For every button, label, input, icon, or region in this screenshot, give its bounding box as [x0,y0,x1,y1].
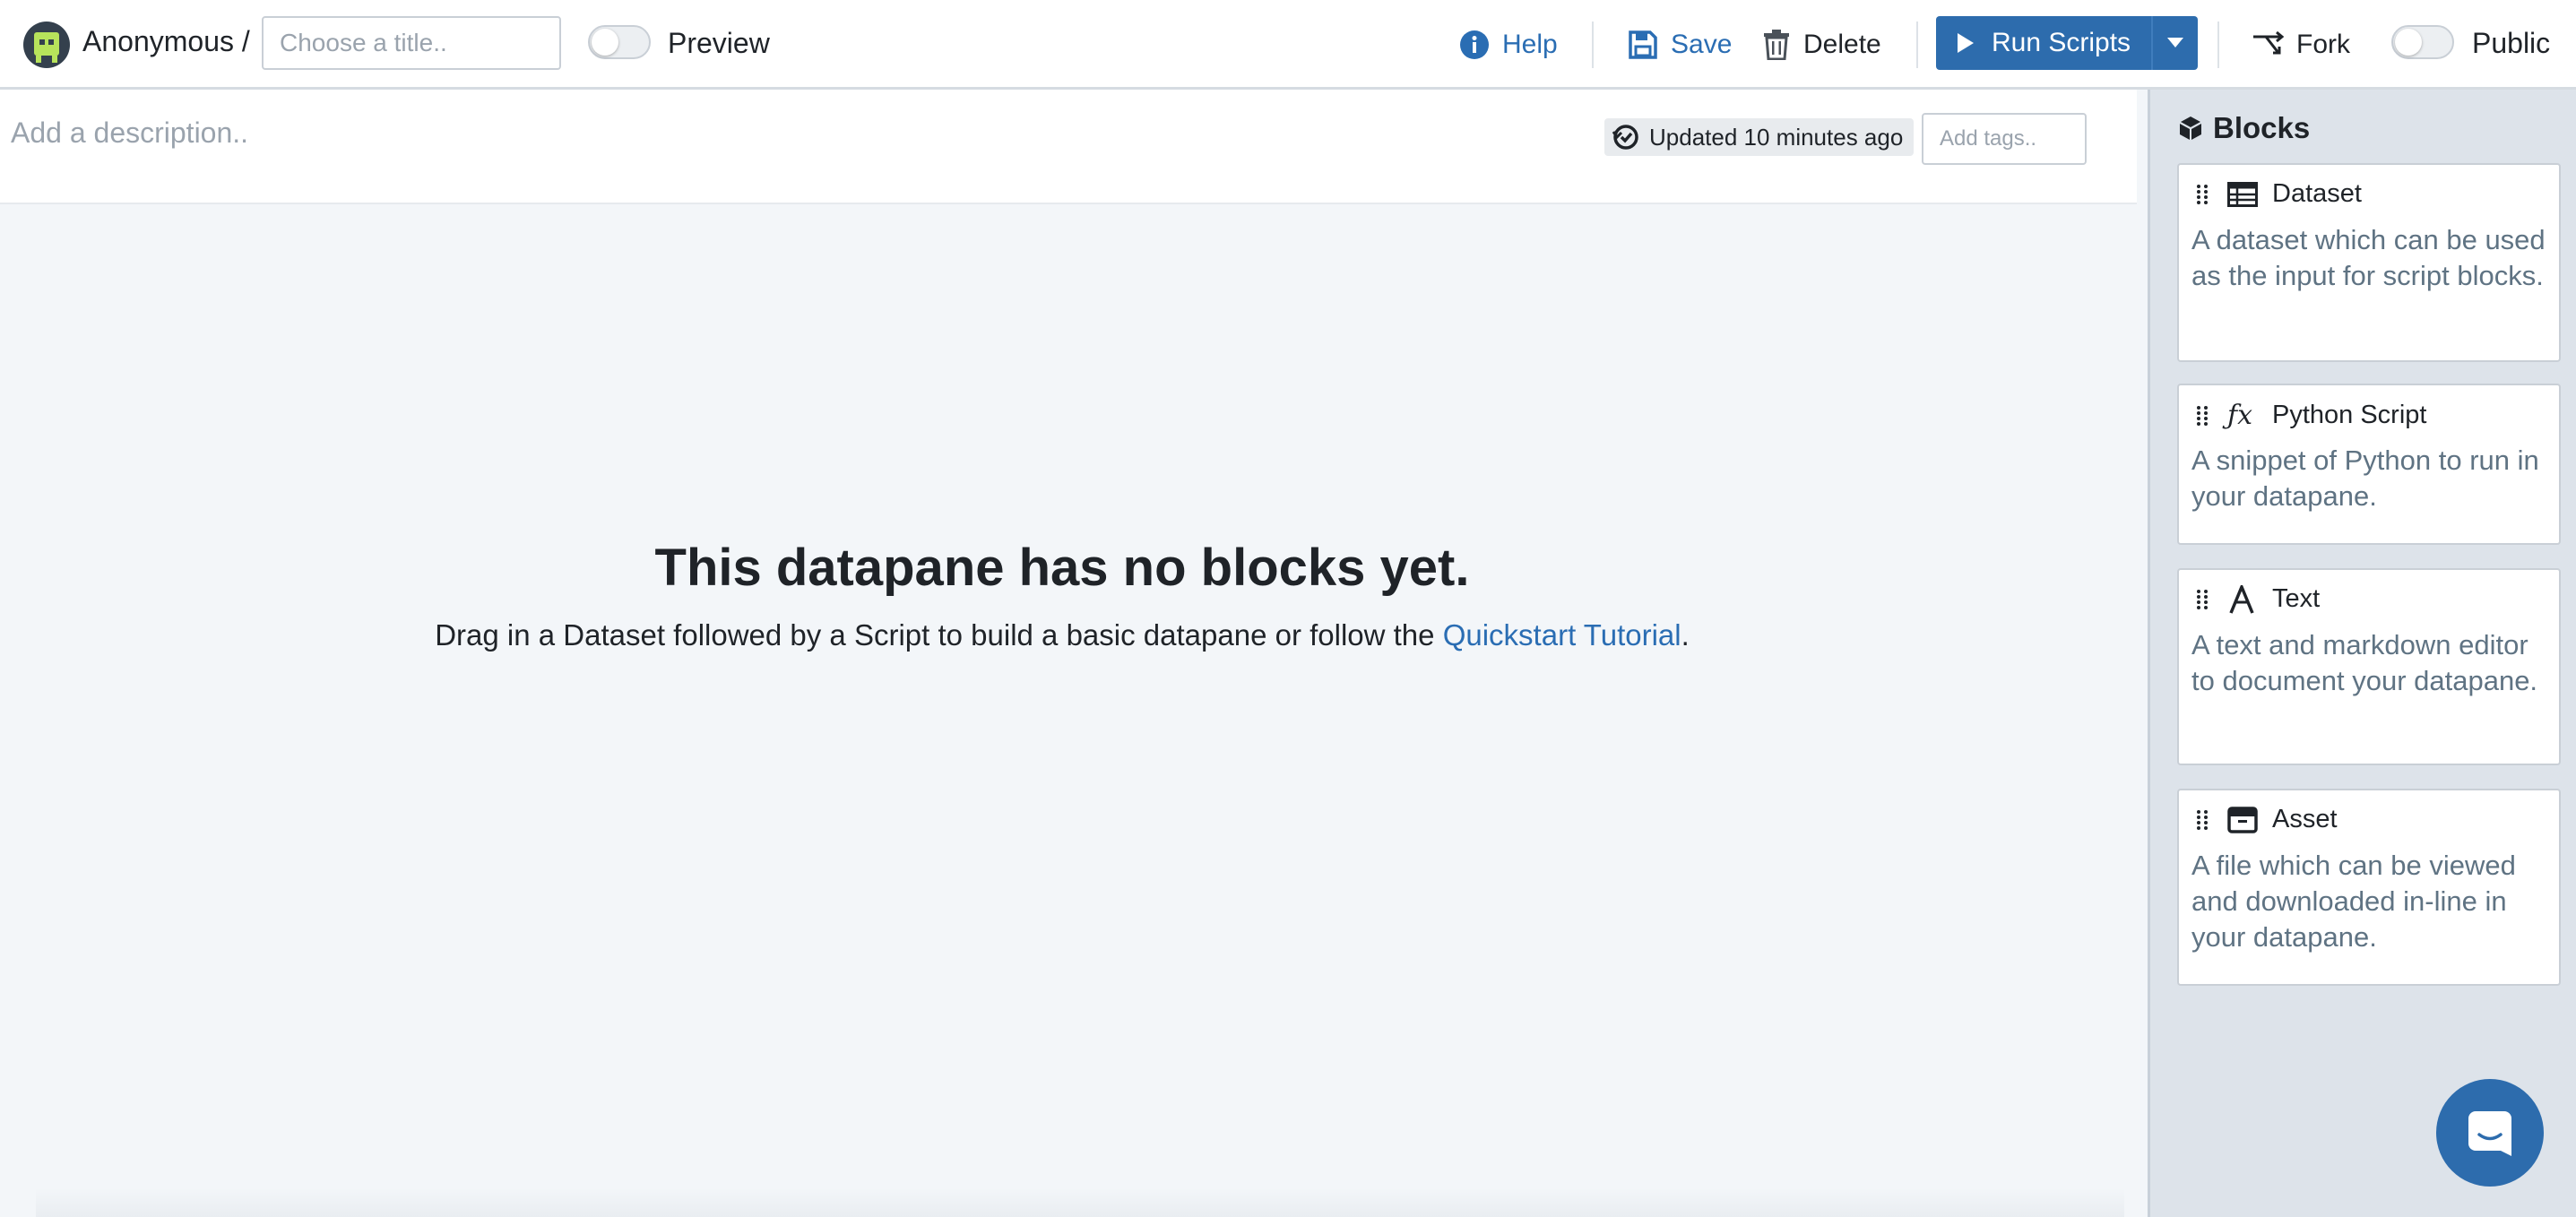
block-description: A text and markdown editor to document y… [2191,629,2538,696]
history-icon [1612,125,1638,150]
block-card-asset[interactable]: Asset A file which can be viewed and dow… [2177,789,2561,986]
save-label: Save [1671,30,1733,59]
updated-badge: Updated 10 minutes ago [1604,118,1915,156]
block-name: Dataset [2272,179,2362,208]
block-description: A snippet of Python to run in your datap… [2191,445,2539,512]
blocks-header: Blocks [2177,111,2310,145]
avatar[interactable] [23,22,70,68]
text-icon [2229,584,2254,614]
save-icon [1629,30,1657,59]
help-button[interactable]: Help [1459,18,1558,72]
description-bar: Add a description.. Updated 10 minutes a… [0,90,2137,204]
username-breadcrumb[interactable]: Anonymous / [82,25,250,58]
empty-state-text: Drag in a Dataset followed by a Script t… [0,618,2124,652]
preview-toggle[interactable] [588,25,651,59]
fork-button[interactable]: Fork [2252,18,2350,72]
block-name: Text [2272,584,2321,613]
blocks-title: Blocks [2213,111,2311,144]
block-description: A file which can be viewed and downloade… [2191,850,2516,953]
block-name: Python Script [2272,401,2427,429]
run-scripts-button[interactable]: Run Scripts [1936,16,2198,70]
fork-label: Fork [2296,30,2350,59]
block-card-dataset[interactable]: Dataset A dataset which can be used as t… [2177,163,2561,362]
empty-state-suffix: . [1681,618,1690,652]
fork-icon [2253,31,2284,55]
info-icon [1460,30,1489,59]
block-card-python-script[interactable]: ƒx Python Script A snippet of Python to … [2177,384,2561,545]
function-icon: ƒx [2227,400,2253,431]
description-input[interactable]: Add a description.. [11,117,248,150]
public-label: Public [2472,27,2551,59]
run-scripts-label: Run Scripts [1992,28,2131,57]
cubes-icon [2180,117,2201,140]
archive-icon [2227,806,2258,833]
drag-handle-icon[interactable] [2197,184,2208,205]
play-icon [1958,33,1974,53]
trash-icon [1764,30,1789,60]
drag-handle-icon[interactable] [2197,809,2208,831]
chevron-down-icon [2167,38,2183,47]
save-button[interactable]: Save [1628,18,1732,72]
block-card-text[interactable]: Text A text and markdown editor to docum… [2177,568,2561,765]
drag-handle-icon[interactable] [2197,589,2208,610]
quickstart-link[interactable]: Quickstart Tutorial [1443,618,1681,652]
title-input[interactable] [262,16,561,70]
help-label: Help [1502,30,1558,59]
chat-launcher-button[interactable] [2436,1079,2544,1187]
top-bar: Anonymous / Preview Help Save Delete Run… [0,0,2576,90]
block-description: A dataset which can be used as the input… [2191,224,2546,291]
table-icon [2227,181,2258,207]
preview-label: Preview [668,27,770,59]
delete-button[interactable]: Delete [1762,18,1881,72]
empty-state-title: This datapane has no blocks yet. [654,539,1470,597]
drag-handle-icon[interactable] [2197,405,2208,427]
public-toggle[interactable] [2391,25,2454,59]
tags-input[interactable] [1922,113,2087,165]
block-name: Asset [2272,805,2338,833]
updated-text: Updated 10 minutes ago [1649,123,1904,151]
run-options-dropdown[interactable] [2151,16,2198,70]
chat-icon [2468,1111,2511,1156]
empty-state-body: Drag in a Dataset followed by a Script t… [435,618,1435,652]
blocks-sidebar: Blocks Dataset A dataset which can be us… [2148,90,2576,1217]
delete-label: Delete [1803,30,1881,59]
